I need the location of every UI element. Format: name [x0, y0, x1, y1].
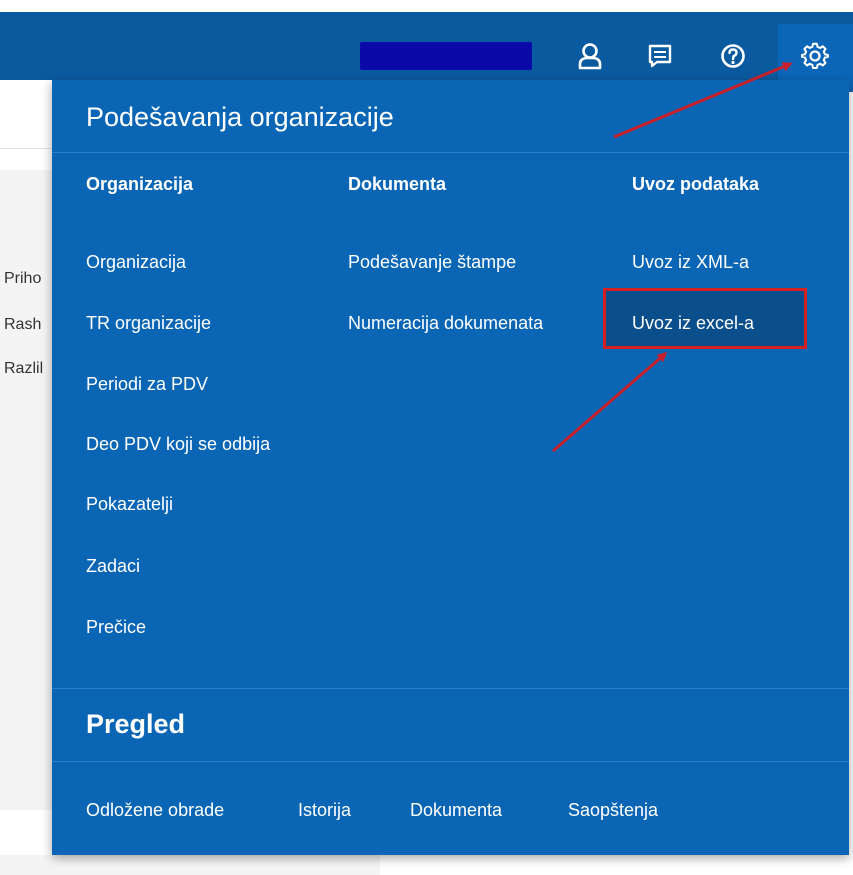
settings-gear-icon: [795, 36, 835, 76]
background-bottom-strip: [0, 855, 380, 875]
user-icon[interactable]: [570, 36, 610, 76]
overview-section-title: Pregled: [86, 709, 186, 739]
overview-separator: [52, 761, 849, 762]
menu-item-vat-periods[interactable]: Periodi za PDV: [86, 374, 208, 395]
top-navigation-bar: [0, 12, 853, 92]
redacted-organization-name: [360, 42, 532, 70]
column-heading-documents: Dokumenta: [348, 174, 447, 194]
footer-link-documents[interactable]: Dokumenta: [410, 800, 502, 821]
background-divider: [0, 148, 52, 149]
menu-item-document-numbering[interactable]: Numeracija dokumenata: [348, 313, 543, 334]
section-separator: [52, 688, 849, 689]
menu-item-bank-accounts[interactable]: TR organizacije: [86, 313, 211, 334]
menu-item-deductible-vat[interactable]: Deo PDV koji se odbija: [86, 434, 270, 455]
menu-item-import-xml[interactable]: Uvoz iz XML-a: [632, 252, 749, 273]
menu-item-tasks[interactable]: Zadaci: [86, 556, 140, 577]
menu-item-print-settings[interactable]: Podešavanje štampe: [348, 252, 516, 273]
footer-link-history[interactable]: Istorija: [298, 800, 351, 821]
background-content-panel: [0, 170, 52, 810]
column-heading-organization: Organizacija: [86, 174, 194, 194]
menu-item-organization[interactable]: Organizacija: [86, 252, 186, 273]
menu-item-indicators[interactable]: Pokazatelji: [86, 494, 173, 515]
column-heading-data-import: Uvoz podataka: [632, 174, 760, 194]
title-separator: [52, 152, 849, 153]
panel-title: Podešavanja organizacije: [86, 102, 394, 132]
footer-link-deferred-processing[interactable]: Odložene obrade: [86, 800, 224, 821]
organization-settings-panel: Podešavanja organizacije Organizacija Do…: [52, 80, 849, 855]
background-row-expense: Rash: [4, 316, 42, 333]
menu-item-import-excel[interactable]: Uvoz iz excel-a: [632, 313, 754, 334]
menu-item-shortcuts[interactable]: Prečice: [86, 617, 146, 638]
background-row-difference: Razlil: [4, 360, 44, 377]
messages-icon[interactable]: [640, 36, 680, 76]
help-icon[interactable]: [713, 36, 753, 76]
footer-link-announcements[interactable]: Saopštenja: [568, 800, 658, 821]
background-row-income: Priho: [4, 270, 42, 287]
